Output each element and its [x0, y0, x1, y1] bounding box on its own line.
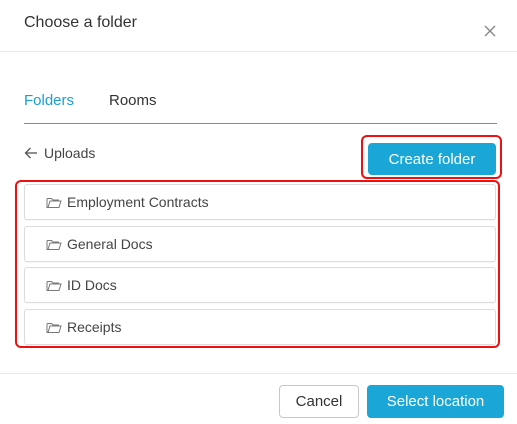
folder-label: General Docs	[67, 236, 153, 252]
folder-label: Employment Contracts	[67, 194, 209, 210]
back-to-uploads-link[interactable]: Uploads	[24, 143, 95, 163]
close-icon[interactable]	[481, 20, 501, 40]
folder-item-id-docs[interactable]: ID Docs	[24, 267, 496, 303]
select-location-button[interactable]: Select location	[367, 385, 504, 418]
choose-folder-dialog: Choose a folder Folders Rooms Uploads Cr…	[0, 0, 517, 424]
folder-icon	[46, 197, 62, 208]
create-folder-button[interactable]: Create folder	[368, 143, 496, 175]
folder-icon	[46, 239, 62, 250]
folder-item-employment-contracts[interactable]: Employment Contracts	[24, 184, 496, 220]
folder-icon	[46, 322, 62, 333]
breadcrumb-uploads: Uploads	[44, 145, 96, 161]
dialog-header: Choose a folder	[0, 0, 517, 52]
arrow-left-icon	[24, 147, 37, 159]
folder-label: ID Docs	[67, 277, 117, 293]
dialog-title: Choose a folder	[24, 14, 137, 31]
folder-item-receipts[interactable]: Receipts	[24, 309, 496, 345]
tab-folders[interactable]: Folders	[24, 92, 74, 109]
folder-item-general-docs[interactable]: General Docs	[24, 226, 496, 262]
tab-rooms[interactable]: Rooms	[109, 92, 157, 109]
folder-label: Receipts	[67, 319, 122, 335]
cancel-button[interactable]: Cancel	[279, 385, 359, 418]
folder-icon	[46, 280, 62, 291]
tab-bar: Folders Rooms	[24, 80, 497, 124]
